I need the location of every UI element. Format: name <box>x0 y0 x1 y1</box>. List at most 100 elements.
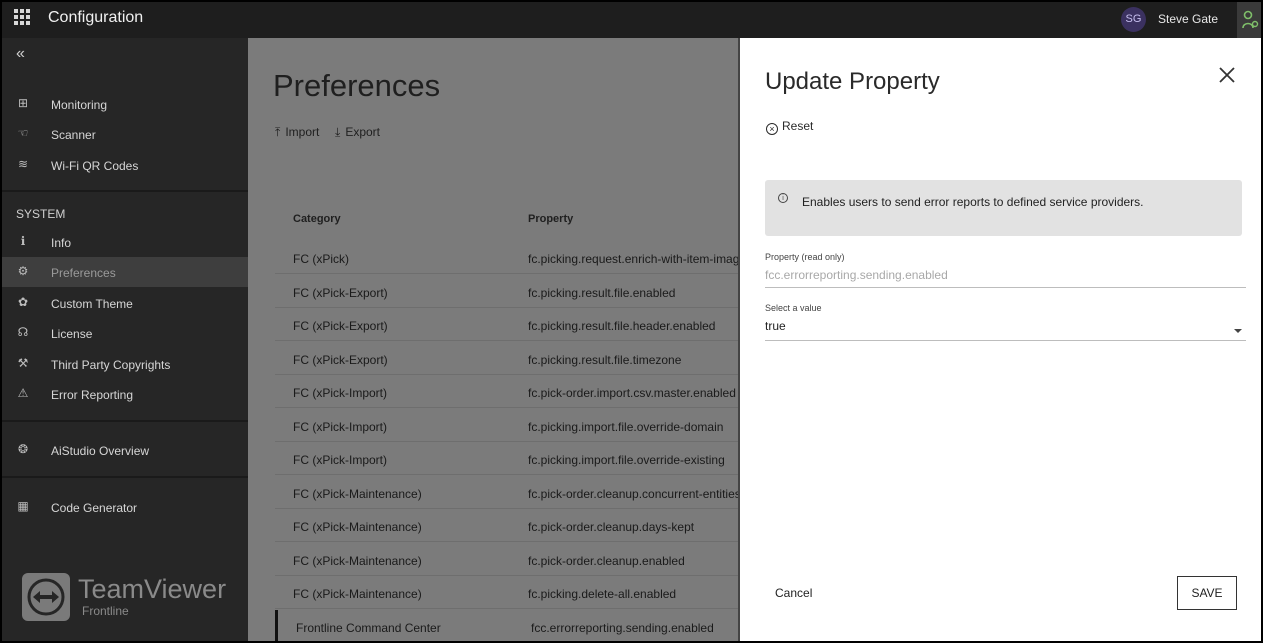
user-name[interactable]: Steve Gate <box>1158 12 1218 26</box>
cell-category: FC (xPick-Maintenance) <box>293 554 422 568</box>
cell-category: FC (xPick-Export) <box>293 286 388 300</box>
cell-category: Frontline Command Center <box>296 621 441 635</box>
hammer-icon: ⚒ <box>17 356 29 370</box>
sidebar-item-label: Monitoring <box>51 98 108 112</box>
teamviewer-logo-mark <box>22 573 70 621</box>
export-button[interactable]: ⤓ Export <box>335 125 380 140</box>
reset-icon: × <box>766 123 778 135</box>
table-row[interactable]: FC (xPick-Maintenance) fc.pick-order.clea… <box>275 476 738 509</box>
brand-sub: Frontline <box>82 604 129 618</box>
sidebar-item-third-party-copyrights[interactable]: ⚒ Third Party Copyrights <box>2 349 248 379</box>
sidebar-item-label: Code Generator <box>51 501 138 515</box>
palette-icon: ✿ <box>17 295 29 309</box>
collapse-sidebar-icon[interactable]: « <box>16 45 25 63</box>
select-field-label: Select a value <box>765 303 822 313</box>
sidebar-item-label: Preferences <box>51 266 116 280</box>
reset-label: Reset <box>782 119 814 133</box>
cell-category: FC (xPick-Import) <box>293 420 387 434</box>
cell-category: FC (xPick-Import) <box>293 453 387 467</box>
avatar[interactable]: SG <box>1121 7 1146 32</box>
top-bar: Configuration SG Steve Gate <box>0 0 1263 38</box>
sidebar-item-monitoring[interactable]: ⊞ Monitoring <box>2 89 248 119</box>
sidebar-item-label: Info <box>51 236 72 250</box>
cell-property: fc.picking.result.file.enabled <box>528 286 676 300</box>
table-row[interactable]: FC (xPick-Maintenance) fc.picking.delete-… <box>275 576 738 609</box>
column-header-category[interactable]: Category <box>293 213 341 225</box>
cell-property: fc.picking.result.file.timezone <box>528 353 682 367</box>
cell-property: fc.pick-order.cleanup.enabled <box>528 554 685 568</box>
wifi-icon: ≋ <box>17 157 29 171</box>
reset-button[interactable]: × Reset <box>766 119 813 135</box>
assistant-icon <box>1242 10 1259 29</box>
brain-icon: ❂ <box>17 442 29 456</box>
cell-category: FC (xPick-Export) <box>293 319 388 333</box>
apps-switcher-button[interactable] <box>1237 2 1263 38</box>
property-field-label: Property (read only) <box>765 252 845 262</box>
close-icon[interactable] <box>1217 65 1237 85</box>
sidebar-item-custom-theme[interactable]: ✿ Custom Theme <box>2 288 248 318</box>
dashboard-icon: ⊞ <box>17 96 29 110</box>
sidebar-item-label: Error Reporting <box>51 388 134 402</box>
import-button[interactable]: ⤒ Import <box>275 125 319 140</box>
scanner-icon: ☜ <box>17 126 29 140</box>
sidebar-item-label: Wi-Fi QR Codes <box>51 159 139 173</box>
table-row[interactable]: FC (xPick-Export) fc.picking.result.file.… <box>275 275 738 308</box>
table-row[interactable]: FC (xPick-Export) fc.picking.result.file.… <box>275 308 738 341</box>
info-icon: ℹ <box>20 234 26 248</box>
sidebar-item-aistudio-overview[interactable]: ❂ AiStudio Overview <box>2 435 248 465</box>
system-section-label: SYSTEM <box>16 207 66 221</box>
property-field-underline <box>765 287 1246 288</box>
export-label: Export <box>345 125 380 139</box>
cell-property: fc.picking.request.enrich-with-item-imag… <box>528 252 738 266</box>
save-button[interactable]: SAVE <box>1177 576 1237 610</box>
license-icon: ☊ <box>17 325 29 339</box>
main-content: Preferences ⤒ Import ⤓ Export Category Pro… <box>248 38 738 643</box>
upload-icon: ⤒ <box>275 125 281 139</box>
table-row[interactable]: FC (xPick) fc.picking.request.enrich-with… <box>275 241 738 274</box>
table-row[interactable]: FC (xPick-Maintenance) fc.pick-order.clea… <box>275 509 738 542</box>
cell-property: fc.pick-order.cleanup.concurrent-entitie… <box>528 487 738 501</box>
table-row[interactable]: FC (xPick-Import) fc.picking.import.file.… <box>275 409 738 442</box>
sidebar-item-license[interactable]: ☊ License <box>2 318 248 348</box>
brand-name: TeamViewer <box>78 574 227 604</box>
cell-category: FC (xPick-Export) <box>293 353 388 367</box>
sidebar-divider <box>2 190 248 192</box>
sidebar-item-code-generator[interactable]: ▦ Code Generator <box>2 492 248 522</box>
column-header-property[interactable]: Property <box>528 213 573 225</box>
sidebar-divider <box>2 476 248 478</box>
sidebar-item-error-reporting[interactable]: ⚠ Error Reporting <box>2 379 248 409</box>
update-property-panel: Update Property × Reset i Enables users t… <box>738 38 1263 643</box>
sidebar-item-label: Scanner <box>51 128 96 142</box>
apps-grid-icon[interactable] <box>14 9 30 25</box>
sidebar-item-label: AiStudio Overview <box>51 444 150 458</box>
warning-icon: ⚠ <box>17 386 29 400</box>
info-text: Enables users to send error reports to d… <box>802 195 1144 209</box>
cancel-button[interactable]: Cancel <box>775 586 812 600</box>
sidebar-item-preferences[interactable]: ⚙ Preferences <box>2 257 248 287</box>
select-field-underline <box>765 340 1246 341</box>
cell-category: FC (xPick) <box>293 252 349 266</box>
cell-property: fc.picking.import.file.override-domain <box>528 420 724 434</box>
table-row[interactable]: FC (xPick-Maintenance) fc.pick-order.clea… <box>275 543 738 576</box>
sidebar-item-info[interactable]: ℹ Info <box>2 227 248 257</box>
download-icon: ⤓ <box>335 125 341 139</box>
page-title: Preferences <box>273 68 441 103</box>
table-row[interactable]: FC (xPick-Import) fc.pick-order.import.cs… <box>275 375 738 408</box>
gear-icon: ⚙ <box>17 264 29 278</box>
qr-code-icon: ▦ <box>17 499 29 513</box>
chevron-down-icon[interactable] <box>1234 329 1242 333</box>
cell-category: FC (xPick-Maintenance) <box>293 587 422 601</box>
cell-category: FC (xPick-Maintenance) <box>293 487 422 501</box>
sidebar-item-label: Custom Theme <box>51 297 133 311</box>
sidebar-divider <box>2 420 248 422</box>
cell-property: fc.pick-order.cleanup.days-kept <box>528 520 695 534</box>
table-row-selected[interactable]: Frontline Command Center fcc.errorreporti… <box>275 610 738 643</box>
sidebar-item-label: Third Party Copyrights <box>51 358 171 372</box>
sidebar-item-wifi-qr-codes[interactable]: ≋ Wi-Fi QR Codes <box>2 150 248 180</box>
cell-category: FC (xPick-Import) <box>293 386 387 400</box>
value-select[interactable]: true <box>765 319 786 333</box>
cell-property: fcc.errorreporting.sending.enabled <box>531 621 714 635</box>
table-row[interactable]: FC (xPick-Export) fc.picking.result.file.… <box>275 342 738 375</box>
sidebar-item-scanner[interactable]: ☜ Scanner <box>2 119 248 149</box>
table-row[interactable]: FC (xPick-Import) fc.picking.import.file.… <box>275 442 738 475</box>
